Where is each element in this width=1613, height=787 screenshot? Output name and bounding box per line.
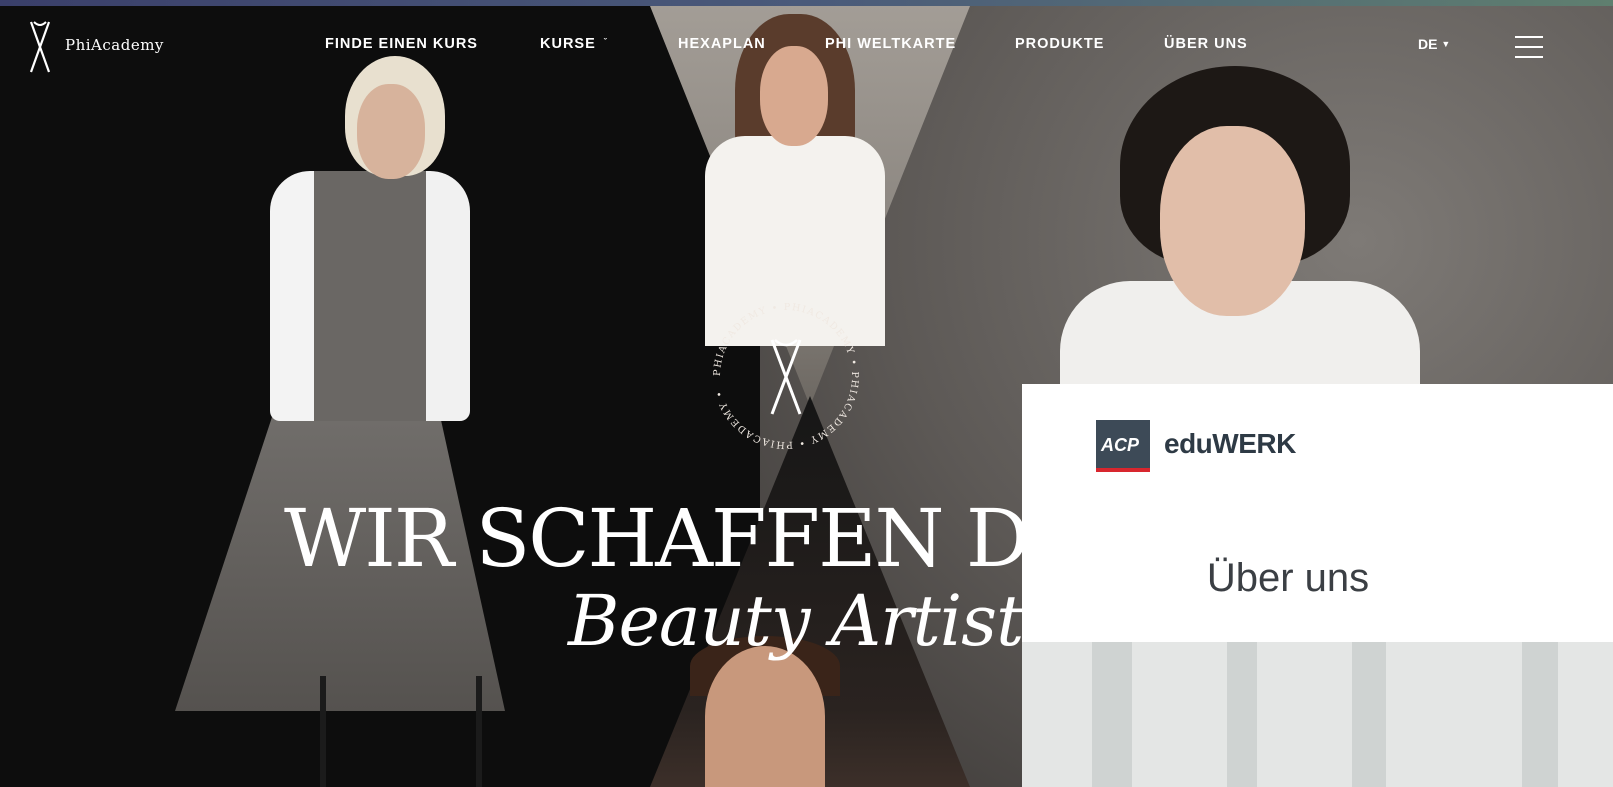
model-left-torso xyxy=(270,171,470,421)
main-navigation: PhiAcademy FINDE EINEN KURS KURSE ˇ HEXAP… xyxy=(0,6,1613,86)
language-selector[interactable]: DE ▼ xyxy=(1418,36,1450,52)
photo-window-frame xyxy=(1227,642,1257,787)
office-photo xyxy=(1022,642,1613,787)
nav-item-hexaplan[interactable]: HEXAPLAN xyxy=(678,36,766,52)
brand-name[interactable]: PhiAcademy xyxy=(65,36,164,54)
nav-item-products[interactable]: PRODUKTE xyxy=(1015,36,1104,52)
hamburger-line xyxy=(1515,46,1543,48)
hamburger-line xyxy=(1515,36,1543,38)
nav-item-label: KURSE xyxy=(540,36,596,52)
chevron-down-icon: ˇ xyxy=(603,37,608,47)
hamburger-line xyxy=(1515,56,1543,58)
hero-subline: Beauty Artists xyxy=(568,580,1059,662)
caret-down-icon: ▼ xyxy=(1441,39,1451,49)
seal-logo-mark xyxy=(770,339,802,415)
bar-stool xyxy=(320,676,482,787)
nav-item-courses[interactable]: KURSE ˇ xyxy=(540,36,608,52)
phiacademy-seal-emblem: PHIACADEMY • PHIACADEMY • PHIACADEMY • P… xyxy=(712,302,859,450)
eduwerk-brand[interactable]: eduWERK xyxy=(1164,428,1296,460)
photo-window-frame xyxy=(1352,642,1386,787)
nav-item-label: HEXAPLAN xyxy=(678,36,766,52)
language-label: DE xyxy=(1418,36,1438,52)
seal-logo-arc xyxy=(774,339,798,347)
popup-title: Über uns xyxy=(1206,556,1370,600)
photo-window-frame xyxy=(1092,642,1132,787)
nav-item-world-map[interactable]: PHI WELTKARTE xyxy=(825,36,956,52)
acp-logo-text: ACP xyxy=(1101,435,1140,455)
photo-window-frame xyxy=(1522,642,1558,787)
nav-item-find-course[interactable]: FINDE EINEN KURS xyxy=(325,36,478,52)
nav-item-label: PHI WELTKARTE xyxy=(825,36,957,52)
phi-logo-icon[interactable] xyxy=(26,20,54,74)
nav-item-about[interactable]: ÜBER UNS xyxy=(1164,36,1248,52)
acp-logo-stripe xyxy=(1096,468,1150,472)
nav-item-label: PRODUKTE xyxy=(1015,36,1105,52)
acp-logo-badge[interactable]: ACP xyxy=(1096,420,1150,472)
eduwerk-overlay-panel: ACP eduWERK Über uns xyxy=(1022,384,1613,787)
hamburger-icon[interactable] xyxy=(1515,36,1543,58)
nav-item-label: FINDE EINEN KURS xyxy=(325,36,478,52)
model-right-face xyxy=(1160,126,1305,316)
nav-item-label: ÜBER UNS xyxy=(1164,36,1248,52)
model-bottom-face xyxy=(705,646,825,787)
model-left-face xyxy=(357,84,425,179)
hero-headline: WIR SCHAFFEN DIE B xyxy=(284,492,1044,585)
